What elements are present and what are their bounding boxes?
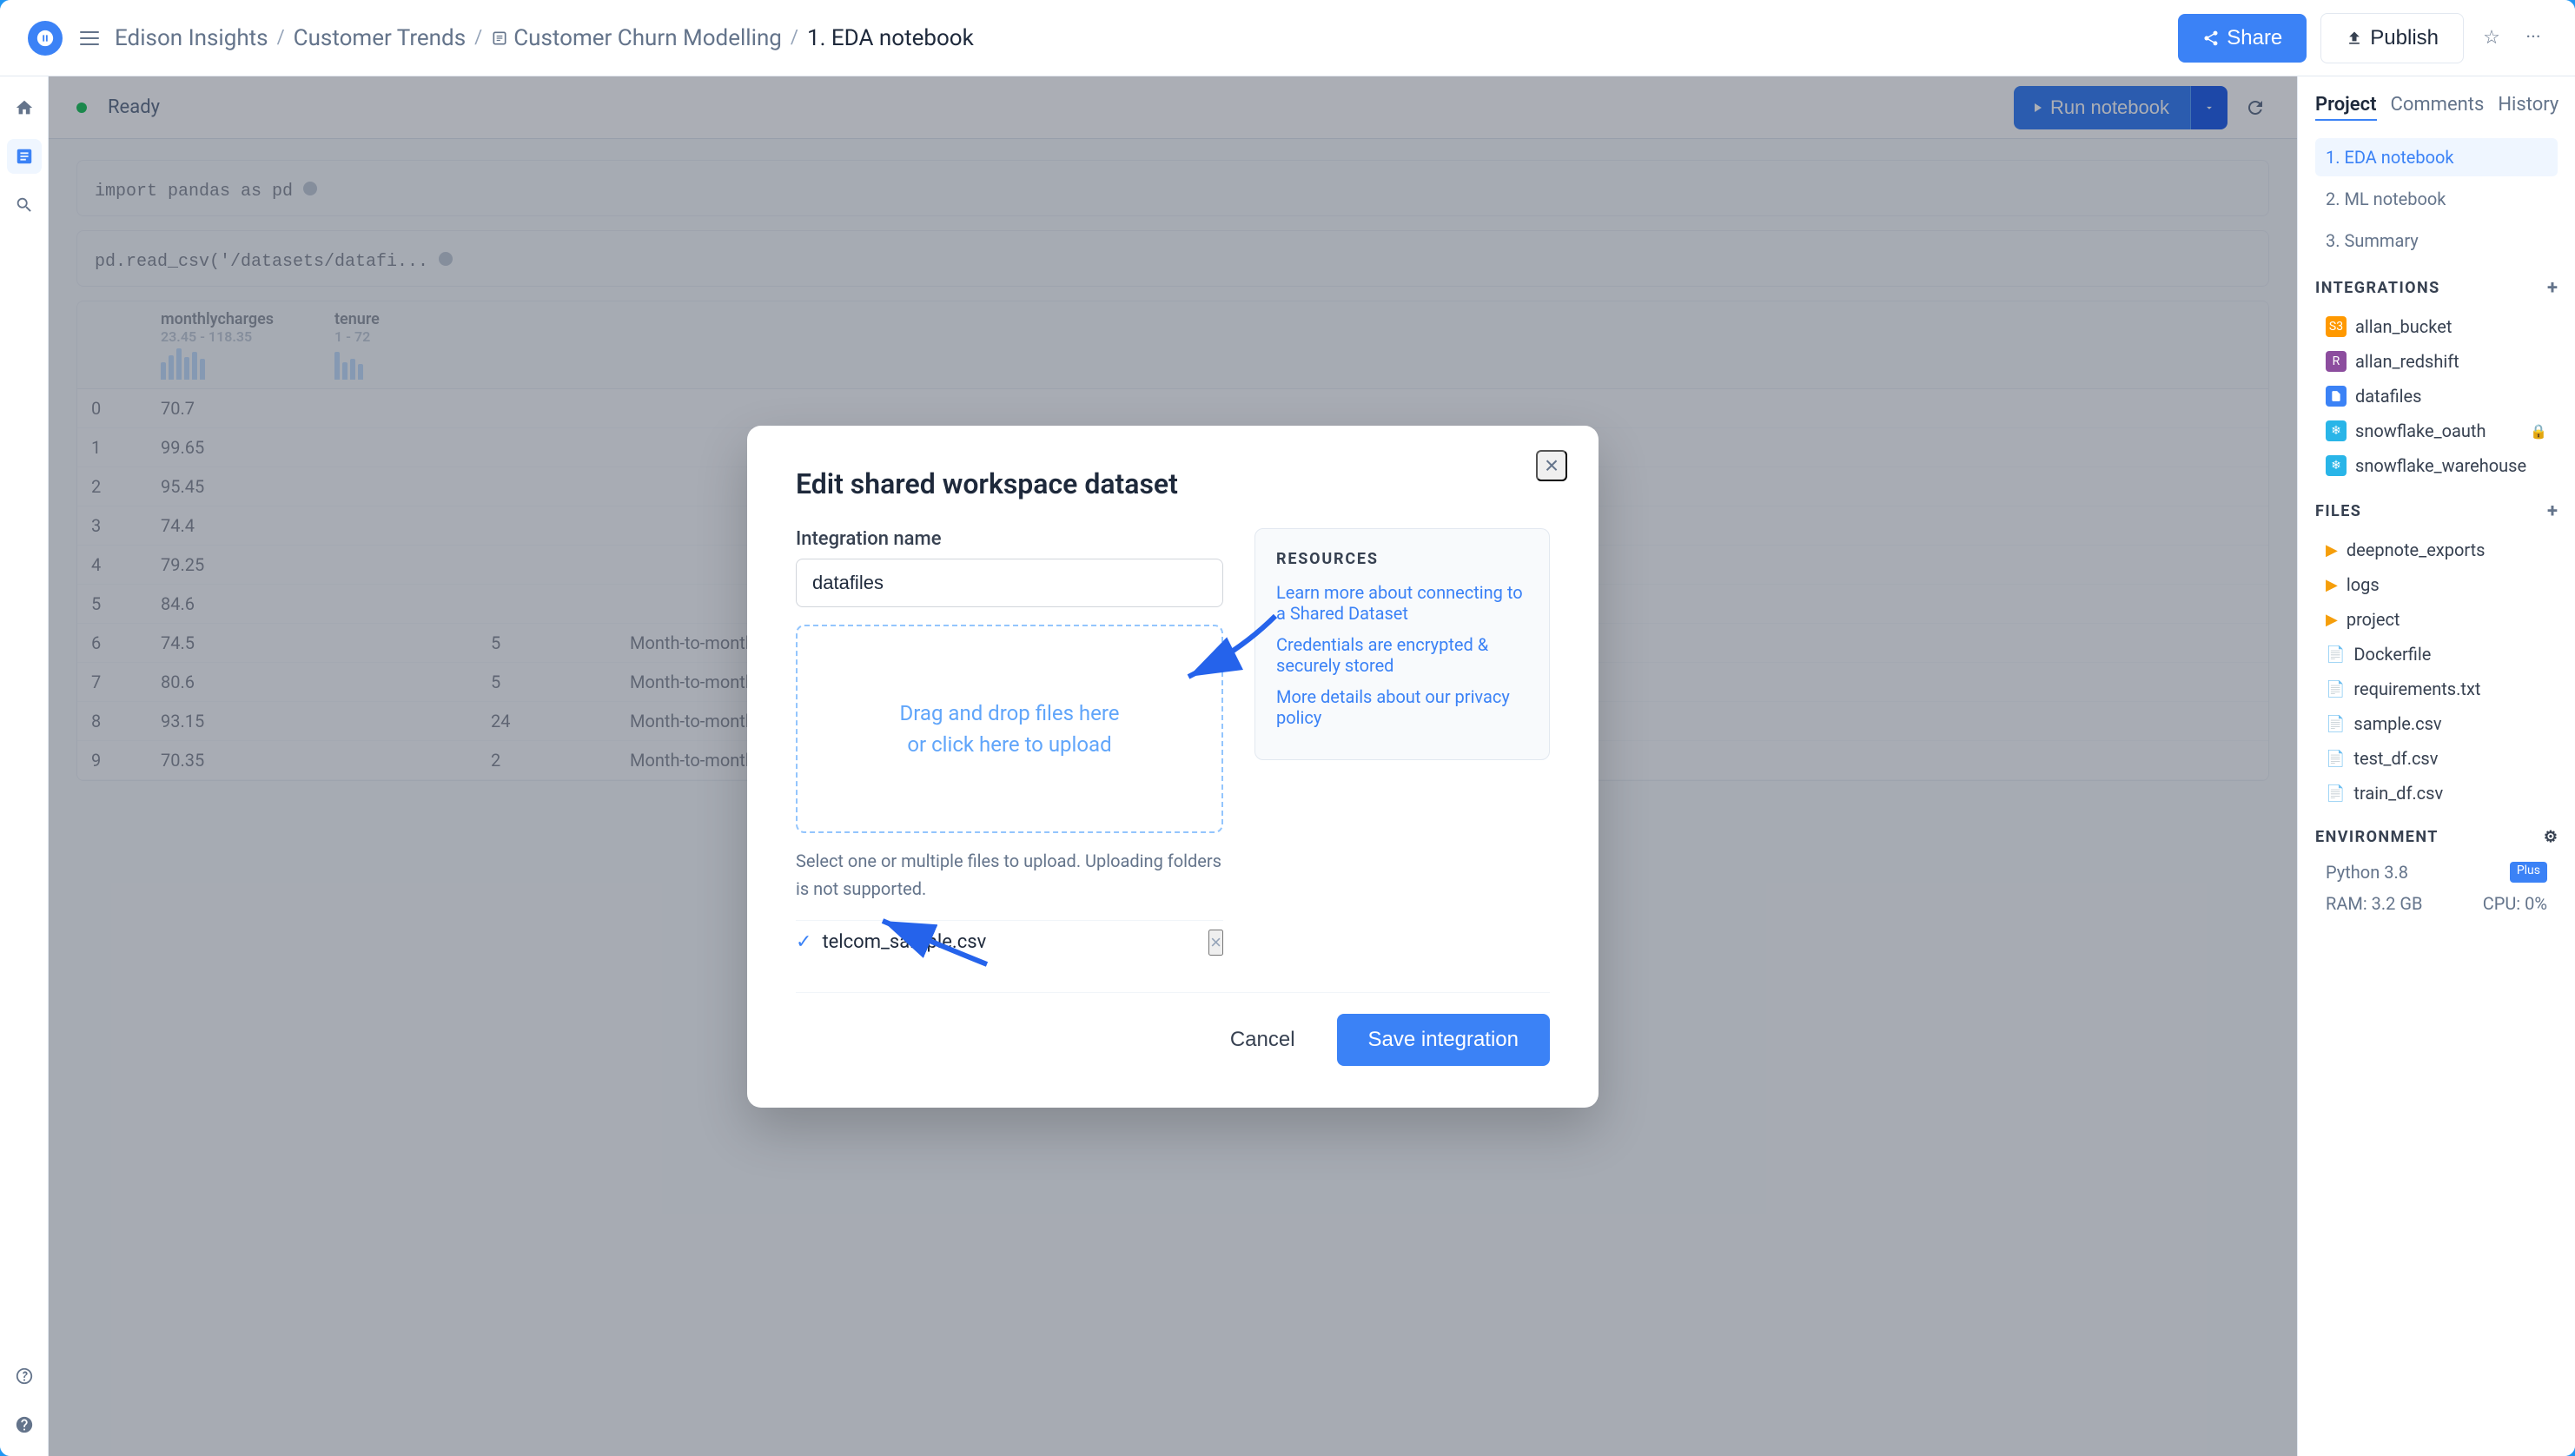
files-item-logs[interactable]: ▶ logs [2315, 567, 2558, 602]
env-ram-row: RAM: 3.2 GB CPU: 0% [2315, 888, 2558, 919]
files-item-exports[interactable]: ▶ deepnote_exports [2315, 533, 2558, 567]
env-settings-icon[interactable]: ⚙ [2544, 828, 2558, 846]
sidebar-home-icon[interactable] [7, 90, 42, 125]
cancel-button[interactable]: Cancel [1202, 1014, 1323, 1066]
content-area: Ready Run notebook impor [49, 76, 2297, 1456]
header-right: Share Publish ☆ ··· [2178, 13, 2547, 63]
resources-link-1[interactable]: Learn more about connecting to a Shared … [1276, 582, 1528, 624]
file-icon: 📄 [2326, 680, 2345, 698]
resources-link-2[interactable]: Credentials are encrypted & securely sto… [1276, 634, 1528, 676]
header: Edison Insights / Customer Trends / Cust… [0, 0, 2575, 76]
files-item-train-df[interactable]: 📄 train_df.csv [2315, 776, 2558, 811]
files-item-requirements[interactable]: 📄 requirements.txt [2315, 672, 2558, 706]
modal-body: Integration name Drag and drop files her… [796, 528, 1550, 964]
files-item-dockerfile[interactable]: 📄 Dockerfile [2315, 637, 2558, 672]
lock-icon: 🔒 [2530, 423, 2547, 440]
folder-icon: ▶ [2326, 611, 2338, 629]
files-item-sample-csv[interactable]: 📄 sample.csv [2315, 706, 2558, 741]
file-icon: 📄 [2326, 715, 2345, 733]
modal-left: Integration name Drag and drop files her… [796, 528, 1223, 964]
drop-zone-text: Drag and drop files here or click here t… [899, 698, 1119, 760]
star-icon[interactable]: ☆ [2478, 24, 2505, 52]
env-tier-badge: Plus [2510, 862, 2547, 883]
more-options-icon[interactable]: ··· [2519, 24, 2547, 52]
modal-overlay: Edit shared workspace dataset × Integrat… [49, 76, 2297, 1456]
env-python-row: Python 3.8 Plus [2315, 857, 2558, 888]
save-integration-button[interactable]: Save integration [1337, 1014, 1550, 1066]
resources-link-3[interactable]: More details about our privacy policy [1276, 686, 1528, 728]
modal-footer: Cancel Save integration [796, 992, 1550, 1066]
datafiles-icon [2326, 386, 2347, 407]
file-icon: 📄 [2326, 750, 2345, 768]
resources-title: RESOURCES [1276, 550, 1528, 568]
sidebar-notebook-icon[interactable] [7, 139, 42, 174]
right-panel-tabs: Project Comments History [2315, 94, 2558, 121]
breadcrumb-notebook[interactable]: 1. EDA notebook [807, 25, 974, 51]
snowflake-warehouse-icon: ❄ [2326, 455, 2347, 476]
app-container: Edison Insights / Customer Trends / Cust… [0, 0, 2575, 1456]
right-panel: Project Comments History 1. EDA notebook… [2297, 76, 2575, 1456]
resources-box: RESOURCES Learn more about connecting to… [1254, 528, 1550, 760]
breadcrumb-edison[interactable]: Edison Insights [115, 25, 268, 51]
integration-item-datafiles[interactable]: datafiles [2315, 379, 2558, 414]
modal-close-button[interactable]: × [1536, 450, 1567, 481]
snowflake-icon: ❄ [2326, 420, 2347, 441]
breadcrumb: Edison Insights / Customer Trends / Cust… [115, 25, 974, 51]
file-icon: 📄 [2326, 645, 2345, 664]
integration-item-redshift[interactable]: R allan_redshift [2315, 344, 2558, 379]
env-section-title: ENVIRONMENT ⚙ [2315, 828, 2558, 846]
breadcrumb-trends[interactable]: Customer Trends [294, 25, 466, 51]
folder-icon: ▶ [2326, 541, 2338, 559]
files-item-project[interactable]: ▶ project [2315, 602, 2558, 637]
publish-button[interactable]: Publish [2320, 13, 2464, 63]
add-file-button[interactable]: + [2547, 500, 2558, 522]
breadcrumb-churn[interactable]: Customer Churn Modelling [513, 25, 782, 51]
integrations-section-title: INTEGRATIONS + [2315, 277, 2558, 299]
file-remove-button[interactable]: × [1208, 930, 1223, 956]
menu-button[interactable] [80, 26, 104, 50]
arrow-annotation-file [848, 912, 1004, 982]
files-section-title: FILES + [2315, 500, 2558, 522]
file-icon: 📄 [2326, 784, 2345, 803]
sidebar-search-icon[interactable] [7, 188, 42, 222]
tab-history[interactable]: History [2498, 94, 2558, 121]
nav-item-summary[interactable]: 3. Summary [2315, 222, 2558, 260]
share-button[interactable]: Share [2178, 14, 2307, 63]
integration-item-snowflake-oauth[interactable]: ❄ snowflake_oauth 🔒 [2315, 414, 2558, 448]
modal: Edit shared workspace dataset × Integrat… [747, 426, 1599, 1108]
add-integration-button[interactable]: + [2547, 277, 2558, 299]
integration-item-bucket[interactable]: S3 allan_bucket [2315, 309, 2558, 344]
header-left: Edison Insights / Customer Trends / Cust… [28, 21, 2164, 56]
modal-title: Edit shared workspace dataset [796, 467, 1550, 500]
sidebar-help-icon[interactable] [7, 1407, 42, 1442]
check-icon: ✓ [796, 931, 811, 953]
files-item-test-df[interactable]: 📄 test_df.csv [2315, 741, 2558, 776]
integration-item-snowflake-wh[interactable]: ❄ snowflake_warehouse [2315, 448, 2558, 483]
tab-project[interactable]: Project [2315, 94, 2377, 121]
s3-icon: S3 [2326, 316, 2347, 337]
folder-icon: ▶ [2326, 576, 2338, 594]
modal-right: RESOURCES Learn more about connecting to… [1254, 528, 1550, 964]
nav-item-eda[interactable]: 1. EDA notebook [2315, 138, 2558, 176]
integration-name-label: Integration name [796, 528, 1223, 550]
left-sidebar [0, 76, 49, 1456]
main-layout: Ready Run notebook impor [0, 76, 2575, 1456]
sidebar-settings-icon[interactable] [7, 1359, 42, 1393]
upload-hint: Select one or multiple files to upload. … [796, 847, 1223, 903]
arrow-annotation-upload [1119, 599, 1293, 703]
app-logo [28, 21, 63, 56]
tab-comments[interactable]: Comments [2391, 94, 2485, 121]
nav-item-ml[interactable]: 2. ML notebook [2315, 180, 2558, 218]
redshift-icon: R [2326, 351, 2347, 372]
